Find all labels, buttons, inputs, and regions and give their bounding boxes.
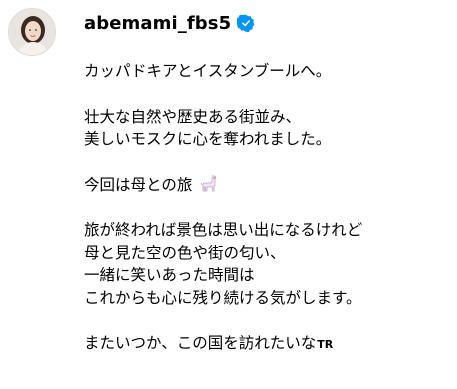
- caption-line: 母と見た空の色や街の匂い、: [84, 243, 286, 262]
- verified-badge-icon: [237, 14, 255, 32]
- caption-line: カッパドキアとイスタンブールへ。: [84, 62, 332, 80]
- caption-line: 一緒に笑いあった時間は: [84, 266, 255, 284]
- caption-line: 壮大な自然や歴史ある街並み、: [84, 107, 302, 126]
- post-caption: カッパドキアとイスタンブールへ。 壮大な自然や歴史ある街並み、 美しいモスクに心…: [84, 60, 452, 355]
- post-header: abemami_fbs5: [84, 10, 255, 36]
- avatar[interactable]: [8, 8, 56, 56]
- caption-text: 今回は母との旅: [84, 175, 193, 194]
- profile-photo: [9, 9, 55, 55]
- caption-line-emoji: 今回は母との旅: [84, 174, 452, 197]
- llama-emoji-icon: [199, 174, 219, 200]
- caption-line-last: またいつか、この国を訪れたいなTR: [84, 332, 452, 355]
- caption-line: これからも心に残り続ける気がします。: [84, 288, 362, 307]
- translate-link[interactable]: TR: [317, 338, 333, 351]
- username[interactable]: abemami_fbs5: [84, 13, 231, 34]
- caption-text: またいつか、この国を訪れたいな: [84, 334, 317, 352]
- caption-line: 美しいモスクに心を奪われました。: [84, 130, 332, 148]
- caption-line: 旅が終われば景色は思い出になるけれど: [84, 221, 363, 239]
